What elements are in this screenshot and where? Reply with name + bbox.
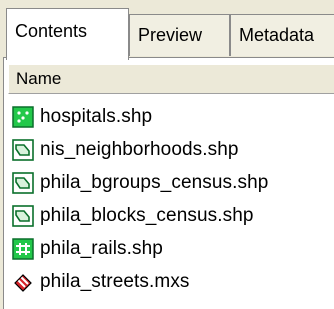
list-item-phila-bgroups-census[interactable]: phila_bgroups_census.shp <box>12 166 334 199</box>
polygon-layer-icon <box>12 138 34 161</box>
arccatalog-panel: Contents Preview Metadata Name hospitals… <box>0 0 334 309</box>
list-item-label: phila_streets.mxs <box>40 270 190 292</box>
list-item-label: phila_bgroups_census.shp <box>40 171 269 193</box>
name-column-header[interactable]: Name <box>8 64 334 94</box>
list-item-phila-rails[interactable]: phila_rails.shp <box>12 232 334 265</box>
tab-metadata[interactable]: Metadata <box>230 14 334 56</box>
list-item-label: hospitals.shp <box>40 105 153 127</box>
list-item-label: nis_neighborhoods.shp <box>40 138 239 160</box>
contents-panel: Name hospitals.shp nis_neighborhoods.shp… <box>3 57 334 309</box>
list-item-label: phila_rails.shp <box>40 237 163 259</box>
list-item-phila-blocks-census[interactable]: phila_blocks_census.shp <box>12 199 334 232</box>
polygon-layer-icon <box>12 204 34 227</box>
tab-strip: Contents Preview Metadata <box>0 0 334 60</box>
name-column-label: Name <box>16 69 62 88</box>
list-item-hospitals[interactable]: hospitals.shp <box>12 100 334 133</box>
tab-preview[interactable]: Preview <box>129 14 230 56</box>
point-layer-icon <box>12 105 34 128</box>
tab-contents[interactable]: Contents <box>6 8 129 60</box>
mxs-document-icon <box>12 271 34 293</box>
list-item-label: phila_blocks_census.shp <box>40 204 254 226</box>
line-layer-icon <box>12 237 34 260</box>
contents-list: hospitals.shp nis_neighborhoods.shp phil… <box>12 100 334 298</box>
list-item-nis-neighborhoods[interactable]: nis_neighborhoods.shp <box>12 133 334 166</box>
list-item-phila-streets[interactable]: phila_streets.mxs <box>12 265 334 298</box>
polygon-layer-icon <box>12 171 34 194</box>
